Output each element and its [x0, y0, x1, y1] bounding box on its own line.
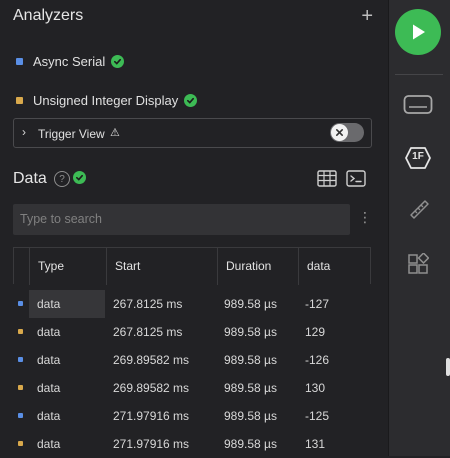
table-row[interactable]: data 269.89582 ms 989.58 µs 130: [13, 374, 371, 402]
check-icon: [111, 54, 125, 68]
row-marker: [18, 301, 23, 306]
device-icon[interactable]: [403, 94, 433, 121]
cell-type: data: [37, 325, 61, 339]
table-header: Type Start Duration data: [13, 247, 372, 285]
add-analyzer-button[interactable]: +: [361, 5, 373, 28]
analyzer-item-async-serial[interactable]: Async Serial: [16, 52, 125, 70]
trigger-view-label: Trigger View: [38, 127, 105, 141]
extensions-icon[interactable]: [407, 251, 430, 280]
analyzers-title: Analyzers: [13, 7, 84, 24]
search-input[interactable]: [13, 204, 340, 233]
table-body: data 267.8125 ms 989.58 µs -127 data 267…: [13, 290, 371, 458]
cell-data: 130: [305, 381, 326, 395]
cell-start: 271.97916 ms: [113, 409, 190, 423]
help-icon[interactable]: ?: [54, 171, 70, 187]
data-header: Data ?: [13, 169, 375, 191]
row-marker: [18, 385, 23, 390]
cell-duration: 989.58 µs: [224, 381, 277, 395]
more-options-icon[interactable]: ⋮: [358, 210, 372, 224]
cell-start: 269.89582 ms: [113, 353, 190, 367]
cell-duration: 989.58 µs: [224, 437, 277, 451]
cell-type: data: [37, 381, 61, 395]
data-title: Data: [13, 170, 47, 187]
cell-duration: 989.58 µs: [224, 325, 277, 339]
analyzer-label: Async Serial: [33, 53, 106, 69]
table-row[interactable]: data 271.97916 ms 989.58 µs 131: [13, 430, 371, 458]
column-header-start[interactable]: Start: [106, 248, 217, 285]
trigger-view-row[interactable]: › Trigger View ⚠: [13, 118, 372, 148]
channel-color-swatch: [16, 96, 23, 104]
side-rail: 1F: [388, 0, 450, 456]
cell-type: data: [37, 437, 61, 451]
channel-color-swatch: [16, 57, 23, 65]
table-view-icon[interactable]: [317, 170, 337, 192]
table-row[interactable]: data 267.8125 ms 989.58 µs 129: [13, 318, 371, 346]
terminal-view-icon[interactable]: [346, 170, 366, 192]
row-marker: [18, 329, 23, 334]
analyzers-icon[interactable]: 1F: [404, 146, 432, 170]
analyzer-item-unsigned-integer[interactable]: Unsigned Integer Display: [16, 91, 198, 109]
check-icon: [73, 171, 86, 184]
column-header-duration[interactable]: Duration: [217, 248, 298, 285]
table-row[interactable]: data 267.8125 ms 989.58 µs -127: [13, 290, 371, 318]
chevron-right-icon[interactable]: ›: [22, 125, 26, 139]
cell-type: data: [29, 290, 105, 318]
row-marker: [18, 441, 23, 446]
cell-start: 267.8125 ms: [113, 297, 183, 311]
row-marker: [18, 357, 23, 362]
analyzers-icon-badge: 1F: [412, 151, 424, 162]
warning-icon: ⚠: [110, 127, 120, 139]
check-icon: [184, 93, 198, 107]
table-row[interactable]: data 269.89582 ms 989.58 µs -126: [13, 346, 371, 374]
analyzer-label: Unsigned Integer Display: [33, 92, 179, 108]
table-row[interactable]: data 271.97916 ms 989.58 µs -125: [13, 402, 371, 430]
cell-start: 271.97916 ms: [113, 437, 190, 451]
cell-duration: 989.58 µs: [224, 353, 277, 367]
cell-data: 129: [305, 325, 326, 339]
row-marker: [18, 413, 23, 418]
cell-type: data: [37, 353, 61, 367]
play-icon: [413, 24, 425, 40]
cell-start: 267.8125 ms: [113, 325, 183, 339]
measure-icon[interactable]: [408, 198, 430, 225]
analyzers-header: Analyzers +: [13, 5, 375, 31]
cell-data: -126: [305, 353, 330, 367]
cell-duration: 989.58 µs: [224, 409, 277, 423]
search-box: [13, 204, 350, 235]
trigger-view-toggle[interactable]: [330, 123, 364, 142]
column-header-data[interactable]: data: [298, 248, 372, 285]
cell-data: -125: [305, 409, 330, 423]
cell-start: 269.89582 ms: [113, 381, 190, 395]
close-icon: [335, 128, 344, 137]
cell-data: 131: [305, 437, 326, 451]
scroll-handle[interactable]: [446, 358, 450, 376]
analyzers-panel: Analyzers + Async Serial Unsigned Intege…: [0, 0, 388, 456]
cell-type: data: [37, 409, 61, 423]
column-header-type[interactable]: Type: [29, 248, 106, 285]
cell-data: -127: [305, 297, 330, 311]
toggle-knob: [331, 124, 348, 141]
cell-duration: 989.58 µs: [224, 297, 277, 311]
rail-divider: [395, 74, 443, 75]
start-capture-button[interactable]: [395, 9, 441, 55]
